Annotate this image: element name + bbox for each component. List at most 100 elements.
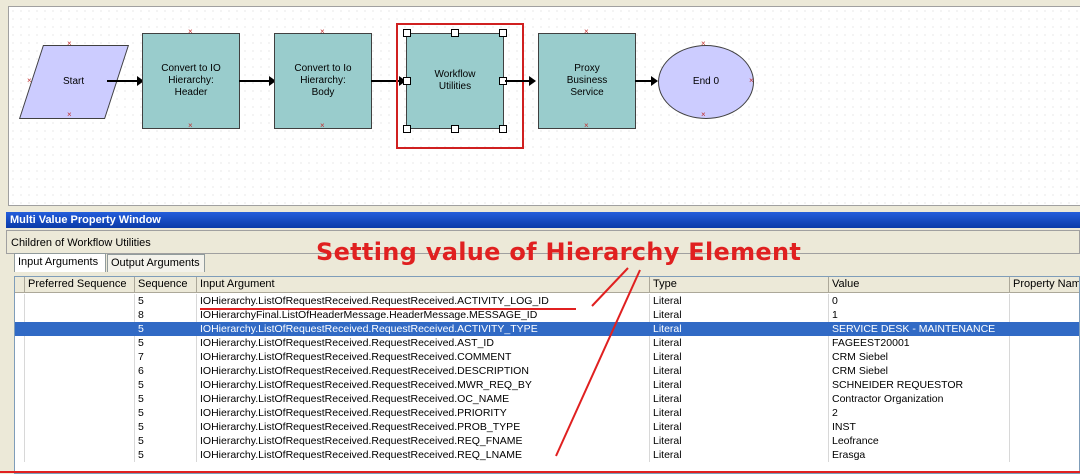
table-row[interactable]: 5 IOHierarchy.ListOfRequestReceived.Reque… (15, 336, 1079, 350)
cell-preferred-sequence[interactable] (25, 434, 135, 448)
table-row[interactable]: 5 IOHierarchy.ListOfRequestReceived.Reque… (15, 406, 1079, 420)
row-marker[interactable] (15, 350, 25, 364)
resize-handle[interactable] (403, 125, 411, 133)
workflow-utilities-node[interactable]: Workflow Utilities (406, 33, 504, 129)
cell-value[interactable]: Erasga (829, 448, 1010, 462)
cell-type[interactable]: Literal (650, 364, 829, 378)
cell-input-argument[interactable]: IOHierarchy.ListOfRequestReceived.Reques… (197, 448, 650, 462)
cell-preferred-sequence[interactable] (25, 392, 135, 406)
resize-handle[interactable] (403, 77, 411, 85)
row-marker[interactable] (15, 448, 25, 462)
table-row[interactable]: 5 IOHierarchy.ListOfRequestReceived.Reque… (15, 378, 1079, 392)
cell-value[interactable]: 0 (829, 294, 1010, 308)
row-marker[interactable] (15, 308, 25, 322)
cell-type[interactable]: Literal (650, 308, 829, 322)
column-header-sequence[interactable]: Sequence (135, 277, 197, 293)
cell-property-name[interactable] (1010, 350, 1079, 364)
cell-type[interactable]: Literal (650, 322, 829, 336)
column-header-property-name[interactable]: Property Nam (1010, 277, 1079, 293)
row-marker[interactable] (15, 420, 25, 434)
cell-type[interactable]: Literal (650, 294, 829, 308)
cell-preferred-sequence[interactable] (25, 378, 135, 392)
cell-sequence[interactable]: 5 (135, 336, 197, 350)
resize-handle[interactable] (499, 125, 507, 133)
cell-value[interactable]: Contractor Organization (829, 392, 1010, 406)
row-marker[interactable] (15, 294, 25, 308)
row-marker[interactable] (15, 434, 25, 448)
cell-input-argument[interactable]: IOHierarchy.ListOfRequestReceived.Reques… (197, 406, 650, 420)
cell-property-name[interactable] (1010, 434, 1079, 448)
cell-sequence[interactable]: 5 (135, 406, 197, 420)
cell-sequence[interactable]: 8 (135, 308, 197, 322)
cell-value[interactable]: 2 (829, 406, 1010, 420)
convert-body-node[interactable]: Convert to Io Hierarchy: Body (274, 33, 372, 129)
cell-input-argument[interactable]: IOHierarchy.ListOfRequestReceived.Reques… (197, 322, 650, 336)
row-marker[interactable] (15, 406, 25, 420)
resize-handle[interactable] (451, 29, 459, 37)
cell-property-name[interactable] (1010, 392, 1079, 406)
row-marker[interactable] (15, 364, 25, 378)
cell-sequence[interactable]: 5 (135, 392, 197, 406)
cell-value[interactable]: CRM Siebel (829, 364, 1010, 378)
cell-sequence[interactable]: 5 (135, 294, 197, 308)
row-marker[interactable] (15, 378, 25, 392)
cell-preferred-sequence[interactable] (25, 308, 135, 322)
cell-sequence[interactable]: 5 (135, 434, 197, 448)
cell-sequence[interactable]: 6 (135, 364, 197, 378)
resize-handle[interactable] (451, 125, 459, 133)
cell-type[interactable]: Literal (650, 392, 829, 406)
cell-sequence[interactable]: 7 (135, 350, 197, 364)
cell-property-name[interactable] (1010, 378, 1079, 392)
table-row[interactable]: 5 IOHierarchy.ListOfRequestReceived.Reque… (15, 392, 1079, 406)
cell-value[interactable]: FAGEEST20001 (829, 336, 1010, 350)
cell-type[interactable]: Literal (650, 350, 829, 364)
cell-preferred-sequence[interactable] (25, 336, 135, 350)
cell-preferred-sequence[interactable] (25, 448, 135, 462)
cell-preferred-sequence[interactable] (25, 420, 135, 434)
cell-type[interactable]: Literal (650, 420, 829, 434)
cell-sequence[interactable]: 5 (135, 378, 197, 392)
column-header-input-argument[interactable]: Input Argument (197, 277, 650, 293)
table-row[interactable]: 5 IOHierarchy.ListOfRequestReceived.Reque… (15, 448, 1079, 462)
cell-type[interactable]: Literal (650, 434, 829, 448)
workflow-canvas[interactable]: Start × × × Convert to IO Hierarchy: Hea… (8, 6, 1080, 206)
cell-input-argument[interactable]: IOHierarchy.ListOfRequestReceived.Reques… (197, 420, 650, 434)
cell-value[interactable]: INST (829, 420, 1010, 434)
cell-input-argument[interactable]: IOHierarchy.ListOfRequestReceived.Reques… (197, 336, 650, 350)
end-node[interactable]: End 0 (658, 45, 754, 119)
cell-property-name[interactable] (1010, 322, 1079, 336)
table-row[interactable]: 5 IOHierarchy.ListOfRequestReceived.Reque… (15, 322, 1079, 336)
cell-value[interactable]: CRM Siebel (829, 350, 1010, 364)
cell-property-name[interactable] (1010, 364, 1079, 378)
cell-input-argument[interactable]: IOHierarchy.ListOfRequestReceived.Reques… (197, 364, 650, 378)
cell-input-argument[interactable]: IOHierarchyFinal.ListOfHeaderMessage.Hea… (197, 308, 650, 322)
cell-preferred-sequence[interactable] (25, 364, 135, 378)
cell-value[interactable]: 1 (829, 308, 1010, 322)
proxy-business-service-node[interactable]: Proxy Business Service (538, 33, 636, 129)
column-header-preferred-sequence[interactable]: Preferred Sequence (25, 277, 135, 293)
cell-property-name[interactable] (1010, 294, 1079, 308)
cell-input-argument[interactable]: IOHierarchy.ListOfRequestReceived.Reques… (197, 392, 650, 406)
cell-input-argument[interactable]: IOHierarchy.ListOfRequestReceived.Reques… (197, 350, 650, 364)
resize-handle[interactable] (499, 29, 507, 37)
table-row[interactable]: 5 IOHierarchy.ListOfRequestReceived.Reque… (15, 420, 1079, 434)
table-row[interactable]: 5 IOHierarchy.ListOfRequestReceived.Reque… (15, 294, 1079, 308)
cell-sequence[interactable]: 5 (135, 420, 197, 434)
tab-output-arguments[interactable]: Output Arguments (107, 254, 205, 272)
cell-preferred-sequence[interactable] (25, 350, 135, 364)
resize-handle[interactable] (403, 29, 411, 37)
cell-type[interactable]: Literal (650, 448, 829, 462)
column-header-value[interactable]: Value (829, 277, 1010, 293)
cell-type[interactable]: Literal (650, 406, 829, 420)
convert-header-node[interactable]: Convert to IO Hierarchy: Header (142, 33, 240, 129)
table-row[interactable]: 5 IOHierarchy.ListOfRequestReceived.Reque… (15, 434, 1079, 448)
table-row[interactable]: 8 IOHierarchyFinal.ListOfHeaderMessage.He… (15, 308, 1079, 322)
row-marker[interactable] (15, 336, 25, 350)
tab-input-arguments[interactable]: Input Arguments (14, 253, 106, 272)
cell-input-argument[interactable]: IOHierarchy.ListOfRequestReceived.Reques… (197, 294, 650, 308)
cell-property-name[interactable] (1010, 308, 1079, 322)
cell-sequence[interactable]: 5 (135, 322, 197, 336)
cell-preferred-sequence[interactable] (25, 322, 135, 336)
cell-value[interactable]: Leofrance (829, 434, 1010, 448)
cell-property-name[interactable] (1010, 406, 1079, 420)
